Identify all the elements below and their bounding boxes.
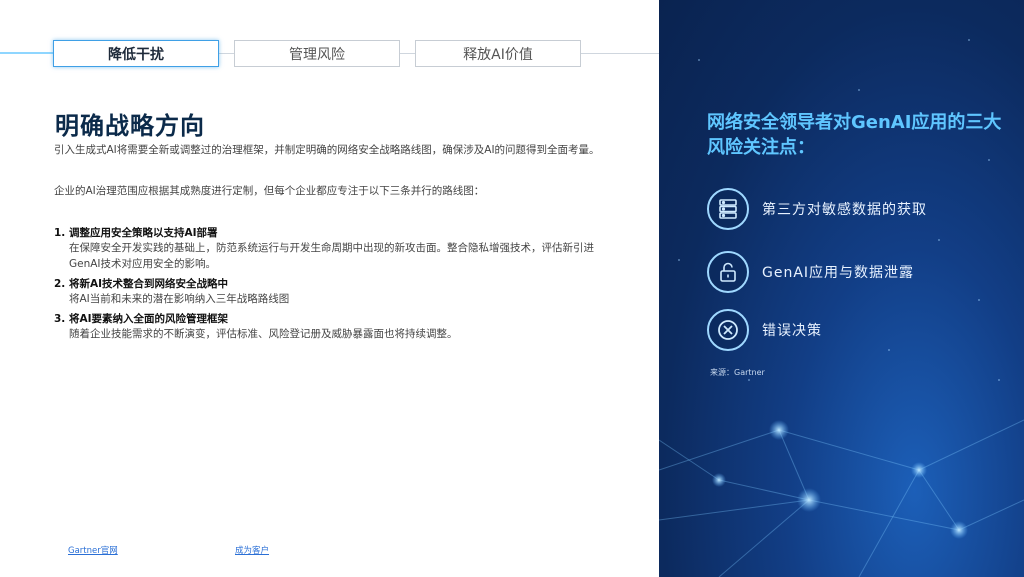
list-item: 1. 调整应用安全策略以支持AI部署 在保障安全开发实践的基础上，防范系统运行与… <box>54 226 614 272</box>
risk-label: 错误决策 <box>762 323 822 339</box>
list-item-body: 将AI当前和未来的潜在影响纳入三年战略路线图 <box>69 293 290 305</box>
gartner-site-link[interactable]: Gartner官网 <box>68 544 118 556</box>
x-circle-icon <box>707 309 749 351</box>
tab-accent-line <box>0 52 54 54</box>
risk-panel: 网络安全领导者对GenAI应用的三大风险关注点： 第三方对敏感数据的获取 Gen… <box>659 0 1024 577</box>
tab-unlock-ai-value[interactable]: 释放AI价值 <box>415 40 581 67</box>
server-icon <box>707 188 749 230</box>
intro-paragraph: 引入生成式AI将需要全新或调整过的治理框架，并制定明确的网络安全战略路线图，确保… <box>54 144 600 156</box>
risk-label: GenAI应用与数据泄露 <box>762 265 915 281</box>
list-item-body: 随着企业技能需求的不断演变，评估标准、风险登记册及威胁暴露面也将持续调整。 <box>69 328 458 340</box>
list-item-heading: 2. 将新AI技术整合到网络安全战略中 <box>54 278 228 290</box>
panel-title: 网络安全领导者对GenAI应用的三大风险关注点： <box>707 112 1002 158</box>
list-item: 2. 将新AI技术整合到网络安全战略中 将AI当前和未来的潜在影响纳入三年战略路… <box>54 277 614 307</box>
tab-reduce-interference[interactable]: 降低干扰 <box>53 40 219 67</box>
risk-label: 第三方对敏感数据的获取 <box>762 202 927 218</box>
source-note: 来源：Gartner <box>710 368 765 377</box>
risk-item-sensitive-data: 第三方对敏感数据的获取 <box>707 188 927 230</box>
risk-item-data-leak: GenAI应用与数据泄露 <box>707 251 914 293</box>
list-item-body: 在保障安全开发实践的基础上，防范系统运行与开发生命周期中出现的新攻击面。整合隐私… <box>69 242 594 270</box>
content-area: 降低干扰 管理风险 释放AI价值 明确战略方向 引入生成式AI将需要全新或调整过… <box>0 0 659 577</box>
list-item: 3. 将AI要素纳入全面的风险管理框架 随着企业技能需求的不断演变，评估标准、风… <box>54 312 614 342</box>
page-title: 明确战略方向 <box>55 112 205 140</box>
roadmap-list: 1. 调整应用安全策略以支持AI部署 在保障安全开发实践的基础上，防范系统运行与… <box>54 226 614 347</box>
scope-paragraph: 企业的AI治理范围应根据其成熟度进行定制，但每个企业都应专注于以下三条并行的路线… <box>54 185 485 197</box>
tab-manage-risk[interactable]: 管理风险 <box>234 40 400 67</box>
list-item-heading: 1. 调整应用安全策略以支持AI部署 <box>54 227 218 239</box>
tab-bar: 降低干扰 管理风险 释放AI价值 <box>53 40 581 67</box>
risk-item-wrong-decision: 错误决策 <box>707 309 822 351</box>
unlock-icon <box>707 251 749 293</box>
list-item-heading: 3. 将AI要素纳入全面的风险管理框架 <box>54 313 228 325</box>
become-client-link[interactable]: 成为客户 <box>235 544 269 556</box>
